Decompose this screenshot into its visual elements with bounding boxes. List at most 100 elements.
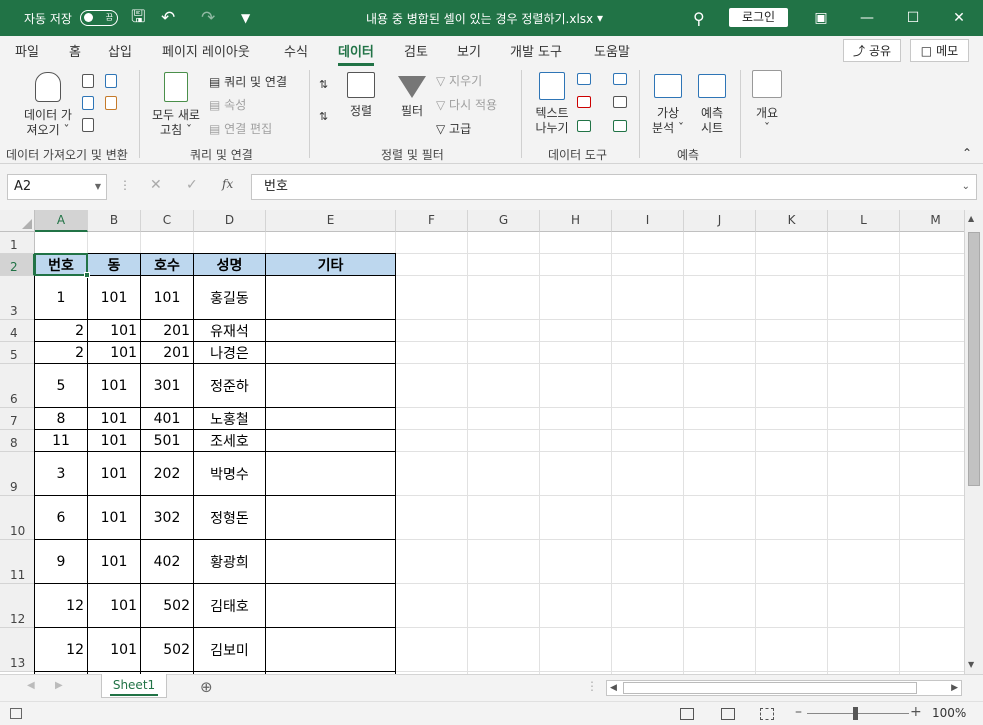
expand-formula-icon[interactable]: ⌄ (962, 175, 970, 199)
column-header-c[interactable]: C (141, 210, 194, 232)
tab-formulas[interactable]: 수식 (284, 41, 308, 60)
existing-connections-icon[interactable] (105, 96, 117, 110)
next-sheet-icon[interactable]: ▶ (55, 680, 63, 691)
cell-notes[interactable] (266, 364, 395, 407)
document-title[interactable]: 내용 중 병합된 셀이 있는 경우 정렬하기.xlsx ▾ (366, 0, 603, 36)
cell-name[interactable]: 정준하 (194, 364, 265, 407)
zoom-slider[interactable] (807, 713, 909, 714)
tab-home[interactable]: 홈 (69, 41, 81, 60)
row-header-6[interactable]: 6 (0, 364, 35, 408)
row-header-9[interactable]: 9 (0, 452, 35, 496)
cell-notes[interactable] (266, 584, 395, 627)
row-header-3[interactable]: 3 (0, 276, 35, 320)
cell-name[interactable]: 김태호 (194, 584, 265, 627)
scroll-right-icon[interactable]: ▶ (951, 681, 958, 695)
cell-number[interactable]: 6 (35, 496, 87, 539)
row-header-10[interactable]: 10 (0, 496, 35, 540)
share-button[interactable]: ⤴ 공유 (843, 39, 901, 62)
cell-name[interactable]: 김보미 (194, 628, 265, 671)
sheet-tab-sheet1[interactable]: Sheet1 (101, 674, 167, 698)
header-cell-name[interactable]: 성명 (194, 254, 265, 275)
login-button[interactable]: 로그인 (729, 8, 788, 27)
row-header-7[interactable]: 7 (0, 408, 35, 430)
filter-button[interactable]: 필터 (394, 72, 430, 119)
cell-notes[interactable] (266, 276, 395, 319)
search-icon[interactable]: ⚲ (693, 0, 705, 36)
page-layout-view-icon[interactable] (721, 708, 735, 720)
horizontal-scroll-thumb[interactable] (623, 682, 917, 694)
cell-number[interactable]: 12 (35, 628, 87, 671)
tab-insert[interactable]: 삽입 (108, 41, 132, 60)
header-cell-dong[interactable]: 동 (88, 254, 140, 275)
minimize-icon[interactable]: — (844, 0, 890, 36)
from-web-icon[interactable] (82, 96, 94, 110)
cell-dong[interactable]: 101 (88, 408, 140, 429)
zoom-out-icon[interactable]: – (795, 704, 802, 720)
consolidate-icon[interactable] (613, 73, 627, 85)
cell-unit[interactable]: 402 (141, 540, 193, 583)
vertical-scrollbar[interactable]: ▲ ▼ (964, 210, 983, 674)
cell-notes[interactable] (266, 342, 395, 363)
header-cell-unit[interactable]: 호수 (141, 254, 193, 275)
tab-data[interactable]: 데이터 (338, 41, 374, 66)
row-header-13[interactable]: 13 (0, 628, 35, 672)
column-header-j[interactable]: J (684, 210, 756, 232)
recent-sources-icon[interactable] (105, 74, 117, 88)
cell-number[interactable]: 5 (35, 364, 87, 407)
cell-number[interactable]: 1 (35, 276, 87, 319)
column-header-m[interactable]: M (900, 210, 964, 232)
cancel-icon[interactable]: ✕ (150, 177, 162, 193)
zoom-in-icon[interactable]: + (910, 704, 922, 720)
redo-icon[interactable]: ↷ (201, 0, 215, 36)
cell-unit[interactable]: 302 (141, 496, 193, 539)
text-to-columns-button[interactable]: 텍스트 나누기 (530, 72, 574, 136)
cell-notes[interactable] (266, 628, 395, 671)
row-header-8[interactable]: 8 (0, 430, 35, 452)
cell-notes[interactable] (266, 430, 395, 451)
row-header-12[interactable]: 12 (0, 584, 35, 628)
cell-number[interactable]: 9 (35, 540, 87, 583)
cell-name[interactable]: 나경은 (194, 342, 265, 363)
get-data-button[interactable]: 데이터 가 져오기 ˇ (18, 72, 78, 138)
cell-name[interactable]: 황광희 (194, 540, 265, 583)
relationships-icon[interactable] (613, 96, 627, 108)
cell-number[interactable]: 8 (35, 408, 87, 429)
cell-unit[interactable]: 301 (141, 364, 193, 407)
advanced-button[interactable]: ▽ 고급 (436, 120, 471, 137)
cell-number[interactable]: 2 (35, 342, 87, 363)
data-model-icon[interactable] (613, 120, 627, 132)
maximize-icon[interactable]: ☐ (890, 0, 936, 36)
cell-number[interactable]: 11 (35, 430, 87, 451)
cell-dong[interactable]: 101 (88, 320, 140, 341)
cell-dong[interactable]: 101 (88, 276, 140, 319)
cell-name[interactable]: 유재석 (194, 320, 265, 341)
tab-help[interactable]: 도움말 (594, 41, 630, 60)
column-header-g[interactable]: G (468, 210, 540, 232)
tab-view[interactable]: 보기 (457, 41, 481, 60)
cell-unit[interactable]: 201 (141, 320, 193, 341)
outline-button[interactable]: 개요 ˇ (750, 70, 784, 136)
save-icon[interactable]: 🖫 (131, 0, 145, 36)
cell-dong[interactable]: 101 (88, 430, 140, 451)
cell-unit[interactable]: 401 (141, 408, 193, 429)
properties-button[interactable]: ▤ 속성 (209, 96, 246, 113)
prev-sheet-icon[interactable]: ◀ (27, 680, 35, 691)
reapply-button[interactable]: ▽ 다시 적용 (436, 96, 497, 113)
cell-unit[interactable]: 202 (141, 452, 193, 495)
sort-button[interactable]: 정렬 (343, 72, 379, 119)
ribbon-display-icon[interactable]: ▣ (798, 0, 844, 36)
tab-review[interactable]: 검토 (404, 41, 428, 60)
clear-button[interactable]: ▽ 지우기 (436, 72, 482, 89)
column-header-k[interactable]: K (756, 210, 828, 232)
header-cell-notes[interactable]: 기타 (266, 254, 395, 275)
collapse-ribbon-icon[interactable]: ⌃ (962, 146, 972, 160)
cell-dong[interactable]: 101 (88, 342, 140, 363)
column-header-h[interactable]: H (540, 210, 612, 232)
cell-dong[interactable]: 101 (88, 584, 140, 627)
select-all-corner[interactable] (0, 210, 35, 232)
cell-name[interactable]: 조세호 (194, 430, 265, 451)
zoom-level[interactable]: 100% (932, 706, 966, 720)
what-if-button[interactable]: 가상 분석 ˇ (649, 72, 687, 136)
page-break-view-icon[interactable] (760, 708, 774, 720)
tab-file[interactable]: 파일 (15, 41, 39, 60)
